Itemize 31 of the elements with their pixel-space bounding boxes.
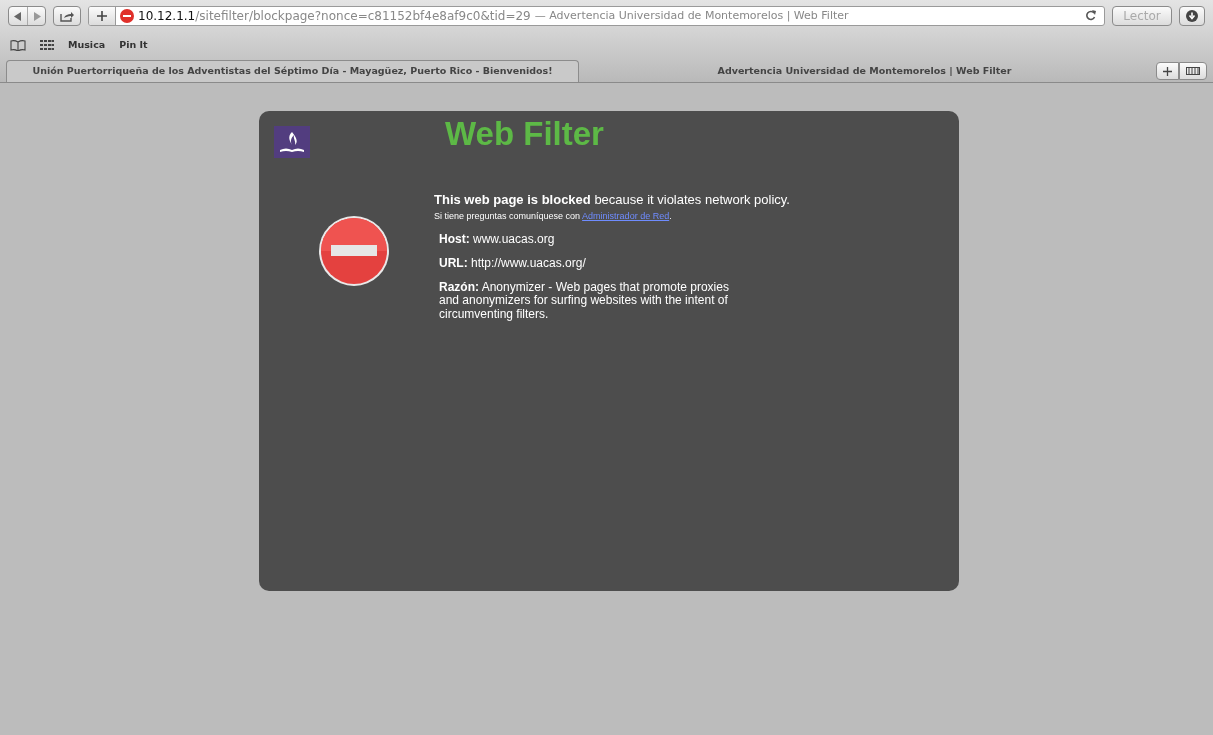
- detail-text: Razón: Anonymizer - Web pages that promote proxies and anonymizers for surfing websites with the intent of circumventing filters.: [439, 280, 730, 322]
- back-icon: [14, 11, 22, 21]
- share-icon: [60, 10, 74, 22]
- new-tab-button[interactable]: [1156, 62, 1179, 80]
- forward-icon: [32, 11, 41, 21]
- downloads-button[interactable]: [1179, 6, 1205, 26]
- tab-view-button[interactable]: [1179, 62, 1207, 80]
- plus-icon: [1163, 66, 1172, 76]
- church-logo-icon: [274, 126, 310, 158]
- browser-tab[interactable]: Advertencia Universidad de Montemorelos | Web Filter: [579, 60, 1150, 82]
- add-button[interactable]: [89, 7, 116, 25]
- plus-icon: [97, 11, 107, 21]
- tabs-icon: [1186, 67, 1200, 75]
- page-heading: Web Filter: [445, 117, 605, 150]
- address-host: 10.12.1.1: [138, 8, 196, 25]
- blocked-icon: [120, 9, 134, 23]
- block-message: This web page is blocked because it violates network policy.: [434, 191, 791, 209]
- grid-icon[interactable]: [40, 40, 54, 50]
- reload-icon: [1085, 10, 1096, 22]
- bookmark-link[interactable]: Musica: [68, 37, 106, 53]
- address-path: /sitefilter/blockpage?nonce=c81152bf4e8af9c0&tid=29: [195, 8, 531, 25]
- page-title: — Advertencia Universidad de Montemorelos | Web Filter: [534, 7, 849, 24]
- detail-text: Host: www.uacas.org: [439, 233, 556, 247]
- detail-text: URL: http://www.uacas.org/: [439, 256, 587, 271]
- bookmarks-icon[interactable]: [10, 39, 26, 51]
- contact-text: Si tiene preguntas comuníquese con Administrador de Red.: [434, 209, 673, 223]
- bookmark-link[interactable]: Pin It: [119, 37, 148, 53]
- blocked-icon: [318, 215, 390, 287]
- download-icon: [1186, 10, 1198, 22]
- browser-tab[interactable]: Unión Puertorriqueña de los Adventistas del Séptimo Día - Mayagüez, Puerto Rico - Bienvenidos!: [6, 60, 579, 82]
- share-button[interactable]: [53, 6, 81, 26]
